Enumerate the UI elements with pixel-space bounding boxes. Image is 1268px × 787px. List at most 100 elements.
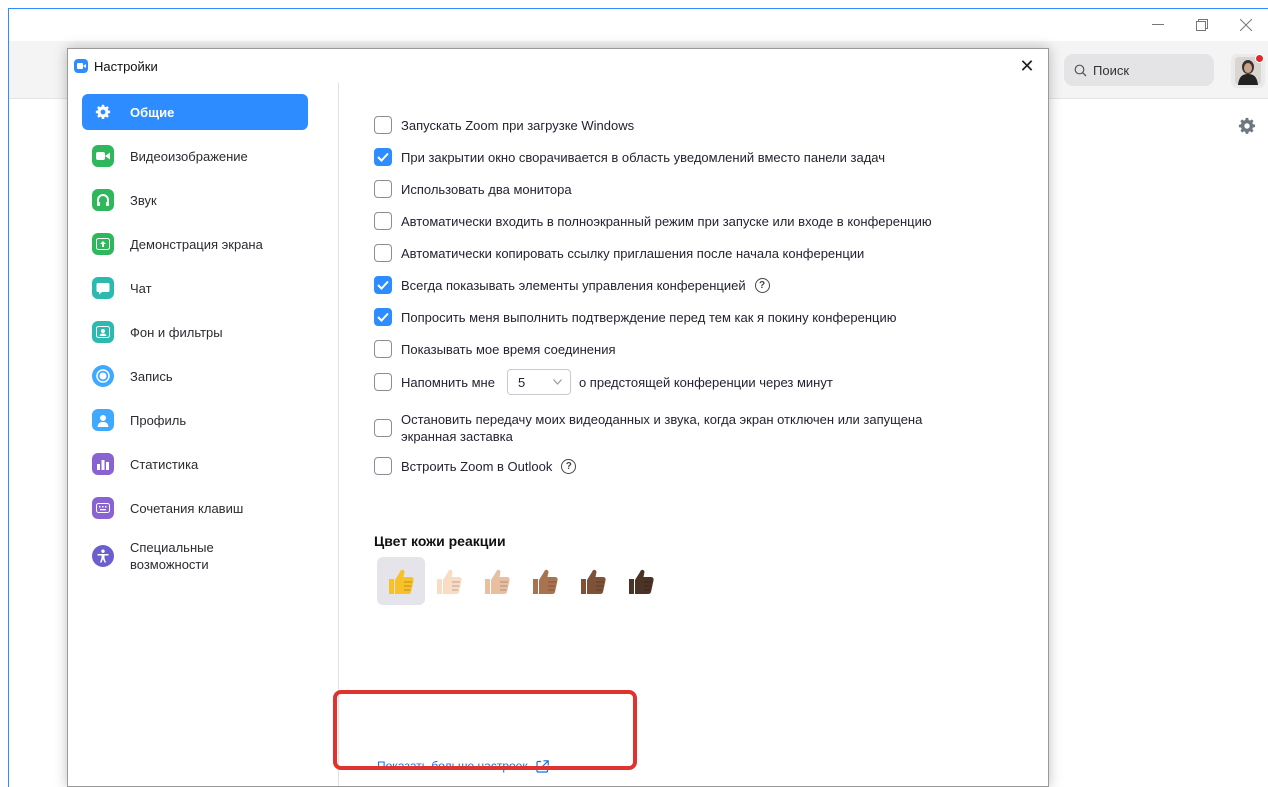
sidebar-item-label: Запись: [130, 368, 173, 384]
help-icon[interactable]: ?: [561, 458, 577, 474]
headphones-icon: [92, 189, 114, 211]
search-placeholder: Поиск: [1093, 62, 1130, 78]
sidebar-item-share-screen[interactable]: Демонстрация экрана: [82, 226, 308, 262]
dialog-close-button[interactable]: ✕: [1014, 53, 1040, 79]
option-auto-fullscreen[interactable]: Автоматически входить в полноэкранный ре…: [374, 212, 932, 230]
show-more-settings-link[interactable]: Показать больше настроек: [377, 759, 549, 773]
checkbox[interactable]: [374, 457, 392, 475]
sidebar-item-chat[interactable]: Чат: [82, 270, 308, 306]
option-minimize-to-tray[interactable]: При закрытии окно сворачивается в област…: [374, 148, 885, 166]
checkbox[interactable]: [374, 116, 392, 134]
checkbox[interactable]: [374, 212, 392, 230]
option-auto-copy-invite[interactable]: Автоматически копировать ссылку приглаше…: [374, 244, 864, 262]
option-label: Использовать два монитора: [401, 181, 572, 197]
sidebar-item-statistics[interactable]: Статистика: [82, 446, 308, 482]
sidebar-item-accessibility[interactable]: Специальные возможности: [82, 534, 308, 578]
skin-tone-picker: [377, 557, 665, 605]
chat-icon: [92, 277, 114, 299]
skin-tone-option[interactable]: [473, 557, 521, 605]
minimize-button[interactable]: [1136, 9, 1180, 41]
thumbs-up-icon: [389, 569, 414, 594]
sidebar-item-shortcuts[interactable]: Сочетания клавиш: [82, 490, 308, 526]
skin-tone-option[interactable]: [569, 557, 617, 605]
link-label: Показать больше настроек: [377, 759, 528, 773]
sidebar-item-audio[interactable]: Звук: [82, 182, 308, 218]
thumbs-up-icon: [485, 569, 510, 594]
skin-tone-title: Цвет кожи реакции: [374, 533, 506, 549]
checkbox[interactable]: [374, 373, 392, 391]
checkbox[interactable]: [374, 340, 392, 358]
checkbox[interactable]: [374, 419, 392, 437]
option-label: Автоматически копировать ссылку приглаше…: [401, 245, 865, 261]
skin-tone-option[interactable]: [377, 557, 425, 605]
external-link-icon: [535, 759, 549, 773]
skin-tone-option[interactable]: [617, 557, 665, 605]
sidebar-item-background[interactable]: Фон и фильтры: [82, 314, 308, 350]
close-icon: ✕: [1019, 55, 1035, 76]
option-outlook-integration[interactable]: Встроить Zoom в Outlook ?: [374, 457, 577, 475]
restore-icon: [1196, 19, 1208, 31]
option-stop-video-screensaver[interactable]: Остановить передачу моих видеоданных и з…: [374, 411, 922, 445]
option-always-show-controls[interactable]: Всегда показывать элементы управления ко…: [374, 276, 770, 294]
sidebar-item-label: Демонстрация экрана: [130, 236, 263, 252]
sidebar-item-video[interactable]: Видеоизображение: [82, 138, 308, 174]
video-camera-icon: [92, 145, 114, 167]
checkbox-checked[interactable]: [374, 308, 392, 326]
option-label: Попросить меня выполнить подтверждение п…: [401, 309, 897, 325]
gear-icon: [92, 101, 114, 123]
restore-button[interactable]: [1180, 9, 1224, 41]
sidebar-item-label: Специальные возможности: [130, 540, 214, 572]
check-icon: [377, 312, 389, 322]
checkbox[interactable]: [374, 244, 392, 262]
accessibility-icon: [92, 545, 114, 567]
share-screen-icon: [92, 233, 114, 255]
gear-icon[interactable]: [1238, 117, 1256, 135]
dialog-title: Настройки: [94, 58, 158, 74]
statistics-icon: [92, 453, 114, 475]
sidebar-item-label: Фон и фильтры: [130, 324, 223, 340]
settings-sidebar: Общие Видеоизображение Звук Демонстрация…: [68, 83, 339, 786]
option-dual-monitors[interactable]: Использовать два монитора: [374, 180, 572, 198]
sidebar-item-label: Звук: [130, 192, 157, 208]
option-start-on-boot[interactable]: Запускать Zoom при загрузке Windows: [374, 116, 634, 134]
option-label-line-2: экранная заставка: [401, 429, 513, 444]
thumbs-up-icon: [581, 569, 606, 594]
option-show-connection-time[interactable]: Показывать мое время соединения: [374, 340, 616, 358]
checkbox-checked[interactable]: [374, 148, 392, 166]
option-confirm-leave[interactable]: Попросить меня выполнить подтверждение п…: [374, 308, 896, 326]
option-label: Напомнить мне: [401, 374, 495, 390]
thumbs-up-icon: [533, 569, 558, 594]
select-value: 5: [517, 374, 526, 390]
avatar[interactable]: [1231, 54, 1265, 88]
sidebar-item-label: Чат: [130, 280, 152, 296]
zoom-app-icon: [74, 59, 88, 73]
keyboard-icon: [92, 497, 114, 519]
background-icon: [92, 321, 114, 343]
option-label-line-1: Остановить передачу моих видеоданных и з…: [401, 412, 923, 427]
skin-tone-option[interactable]: [425, 557, 473, 605]
sidebar-item-general[interactable]: Общие: [82, 94, 308, 130]
search-icon: [1074, 64, 1087, 76]
help-icon[interactable]: ?: [754, 277, 770, 293]
sidebar-item-recording[interactable]: Запись: [82, 358, 308, 394]
option-reminder[interactable]: Напомнить мне 5 о предстоящей конференци…: [374, 369, 833, 395]
option-label: Запускать Zoom при загрузке Windows: [401, 117, 635, 133]
settings-dialog: Настройки ✕ Общие Видеоизображение Звук: [67, 48, 1049, 787]
sidebar-item-label: Сочетания клавиш: [130, 500, 244, 516]
sidebar-item-label: Профиль: [130, 412, 187, 428]
sidebar-item-label: Видеоизображение: [130, 148, 248, 164]
notification-dot: [1255, 54, 1264, 63]
skin-tone-option[interactable]: [521, 557, 569, 605]
option-label: Остановить передачу моих видеоданных и з…: [401, 411, 922, 445]
sidebar-item-profile[interactable]: Профиль: [82, 402, 308, 438]
checkbox[interactable]: [374, 180, 392, 198]
option-label: о предстоящей конференции через минут: [578, 374, 833, 390]
checkbox-checked[interactable]: [374, 276, 392, 294]
check-icon: [377, 152, 389, 162]
option-label: Всегда показывать элементы управления ко…: [401, 277, 746, 293]
search-input[interactable]: Поиск: [1064, 54, 1214, 86]
thumbs-up-icon: [629, 569, 654, 594]
reminder-minutes-select[interactable]: 5: [506, 369, 571, 395]
window-close-button[interactable]: [1224, 9, 1268, 41]
sidebar-item-label: Общие: [130, 104, 175, 120]
